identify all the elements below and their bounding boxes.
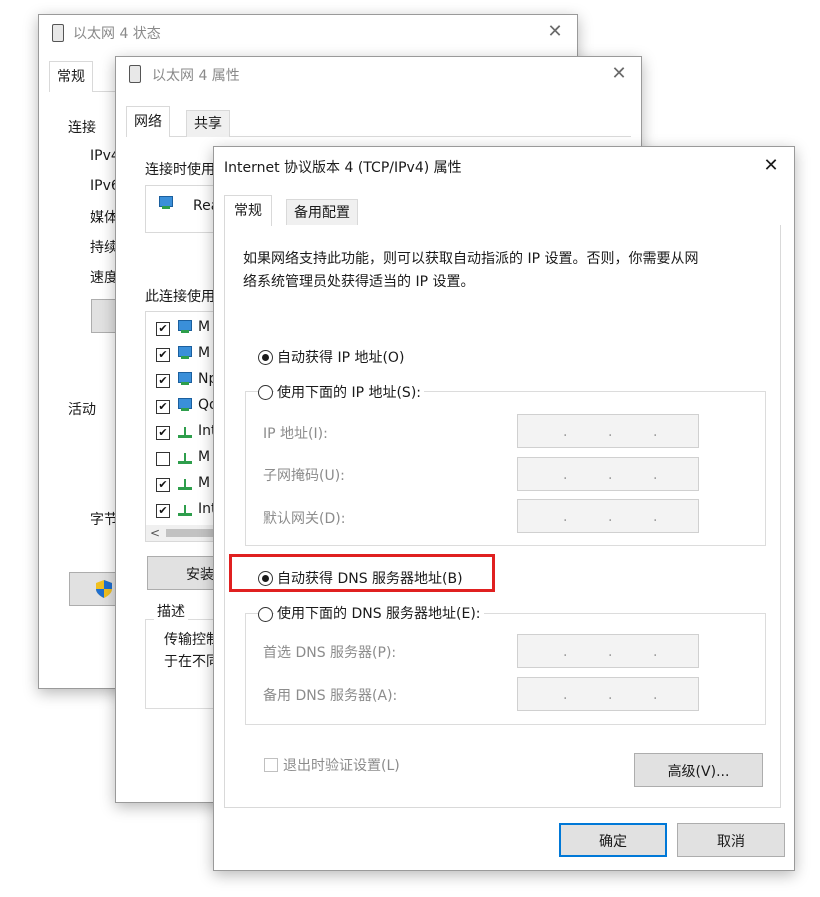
intro-text-line2: 络系统管理员处获得适当的 IP 设置。 [243, 274, 475, 290]
item-label: M [198, 475, 211, 491]
status-row-speed: 速度 [90, 270, 118, 286]
subnet-field[interactable]: . . . [517, 457, 699, 491]
properties-window-title: 以太网 4 属性 [152, 68, 240, 84]
status-close-icon[interactable]: ✕ [544, 21, 566, 43]
preferred-dns-field[interactable]: . . . [517, 634, 699, 668]
item-checkbox[interactable]: ✔ [156, 426, 170, 440]
manual-dns-label[interactable]: 使用下面的 DNS 服务器地址(E): [274, 603, 484, 623]
manual-ip-label[interactable]: 使用下面的 IP 地址(S): [274, 382, 424, 402]
gateway-field[interactable]: . . . [517, 499, 699, 533]
validate-checkbox[interactable] [264, 758, 278, 772]
gateway-label: 默认网关(D): [263, 511, 346, 527]
alternate-dns-field[interactable]: . . . [517, 677, 699, 711]
status-bytes-label: 字节 [90, 512, 118, 528]
ipv4-close-icon[interactable]: ✕ [760, 155, 782, 177]
auto-ip-label[interactable]: 自动获得 IP 地址(O) [277, 347, 404, 367]
manual-ip-radio[interactable] [258, 385, 273, 400]
intro-text-line1: 如果网络支持此功能，则可以获取自动指派的 IP 设置。否则，你需要从网 [243, 251, 699, 267]
status-titlebar[interactable]: 以太网 4 状态 ✕ [39, 15, 577, 49]
ip-address-field[interactable]: . . . [517, 414, 699, 448]
ip-dot: . [653, 467, 658, 483]
description-text-1: 传输控制 [164, 632, 220, 648]
status-window-title: 以太网 4 状态 [73, 26, 161, 42]
ip-dot: . [608, 644, 613, 660]
item-checkbox[interactable]: ✔ [156, 400, 170, 414]
ipv4-tab-general[interactable]: 常规 [224, 195, 272, 226]
highlight-box [229, 554, 495, 592]
ip-dot: . [563, 644, 568, 660]
status-section-activity: 活动 [68, 402, 96, 418]
ipv4-dialog-title: Internet 协议版本 4 (TCP/IPv4) 属性 [224, 160, 462, 176]
item-checkbox[interactable]: ✔ [156, 348, 170, 362]
auto-ip-radio[interactable] [258, 350, 273, 365]
install-button-label: 安装 [186, 567, 214, 583]
status-section-connection: 连接 [68, 120, 96, 136]
protocol-icon [177, 451, 193, 465]
properties-close-icon[interactable]: ✕ [608, 63, 630, 85]
scroll-thumb[interactable] [166, 529, 216, 537]
ip-address-label: IP 地址(I): [263, 426, 328, 442]
item-checkbox[interactable]: ✔ [156, 478, 170, 492]
ip-dot: . [563, 509, 568, 525]
ip-dot: . [608, 509, 613, 525]
ip-dot: . [653, 509, 658, 525]
protocol-icon [177, 425, 193, 439]
validate-label[interactable]: 退出时验证设置(L) [283, 755, 400, 775]
ip-dot: . [608, 687, 613, 703]
ipv4-tab-alternate[interactable]: 备用配置 [286, 199, 358, 226]
item-label: M [198, 319, 211, 335]
item-label: M [198, 345, 211, 361]
ip-dot: . [563, 687, 568, 703]
item-label: M [198, 449, 211, 465]
ok-button[interactable]: 确定 [559, 823, 667, 857]
item-checkbox[interactable]: ✔ [156, 504, 170, 518]
properties-tab-network[interactable]: 网络 [126, 106, 170, 137]
connect-using-label: 连接时使用 [145, 162, 215, 178]
status-window-icon [52, 24, 64, 42]
ok-button-label: 确定 [599, 834, 627, 850]
cancel-button-label: 取消 [717, 834, 745, 850]
ip-dot: . [563, 424, 568, 440]
network-client-icon [176, 319, 194, 335]
item-checkbox[interactable]: ✔ [156, 374, 170, 388]
ip-dot: . [653, 424, 658, 440]
items-label: 此连接使用 [145, 289, 215, 305]
ip-dot: . [653, 644, 658, 660]
item-checkbox[interactable]: ✔ [156, 322, 170, 336]
ipv4-titlebar[interactable]: Internet 协议版本 4 (TCP/IPv4) 属性 ✕ [214, 147, 794, 185]
properties-window-icon [129, 65, 141, 83]
ip-dot: . [608, 467, 613, 483]
subnet-label: 子网掩码(U): [263, 468, 345, 484]
cancel-button[interactable]: 取消 [677, 823, 785, 857]
adapter-icon [157, 195, 175, 211]
protocol-icon [177, 503, 193, 517]
item-checkbox[interactable] [156, 452, 170, 466]
properties-titlebar[interactable]: 以太网 4 属性 ✕ [116, 57, 641, 91]
status-tab-general[interactable]: 常规 [49, 61, 93, 92]
description-text-2: 于在不同 [164, 654, 220, 670]
protocol-icon [177, 477, 193, 491]
scroll-left-icon[interactable]: < [150, 525, 160, 541]
status-row-duration: 持续 [90, 240, 118, 256]
ip-dot: . [608, 424, 613, 440]
manual-dns-radio[interactable] [258, 607, 273, 622]
uac-shield-icon [96, 580, 112, 598]
network-client-icon [176, 371, 194, 387]
preferred-dns-label: 首选 DNS 服务器(P): [263, 645, 397, 661]
ip-dot: . [563, 467, 568, 483]
ipv4-dialog: Internet 协议版本 4 (TCP/IPv4) 属性 ✕ 常规 备用配置 … [213, 146, 795, 871]
status-row-media: 媒体 [90, 210, 118, 226]
description-label: 描述 [154, 601, 188, 621]
ip-dot: . [653, 687, 658, 703]
properties-tab-sharing[interactable]: 共享 [186, 110, 230, 137]
alternate-dns-label: 备用 DNS 服务器(A): [263, 688, 398, 704]
advanced-button[interactable]: 高级(V)... [634, 753, 763, 787]
advanced-button-label: 高级(V)... [667, 764, 730, 780]
network-client-icon [176, 397, 194, 413]
network-client-icon [176, 345, 194, 361]
